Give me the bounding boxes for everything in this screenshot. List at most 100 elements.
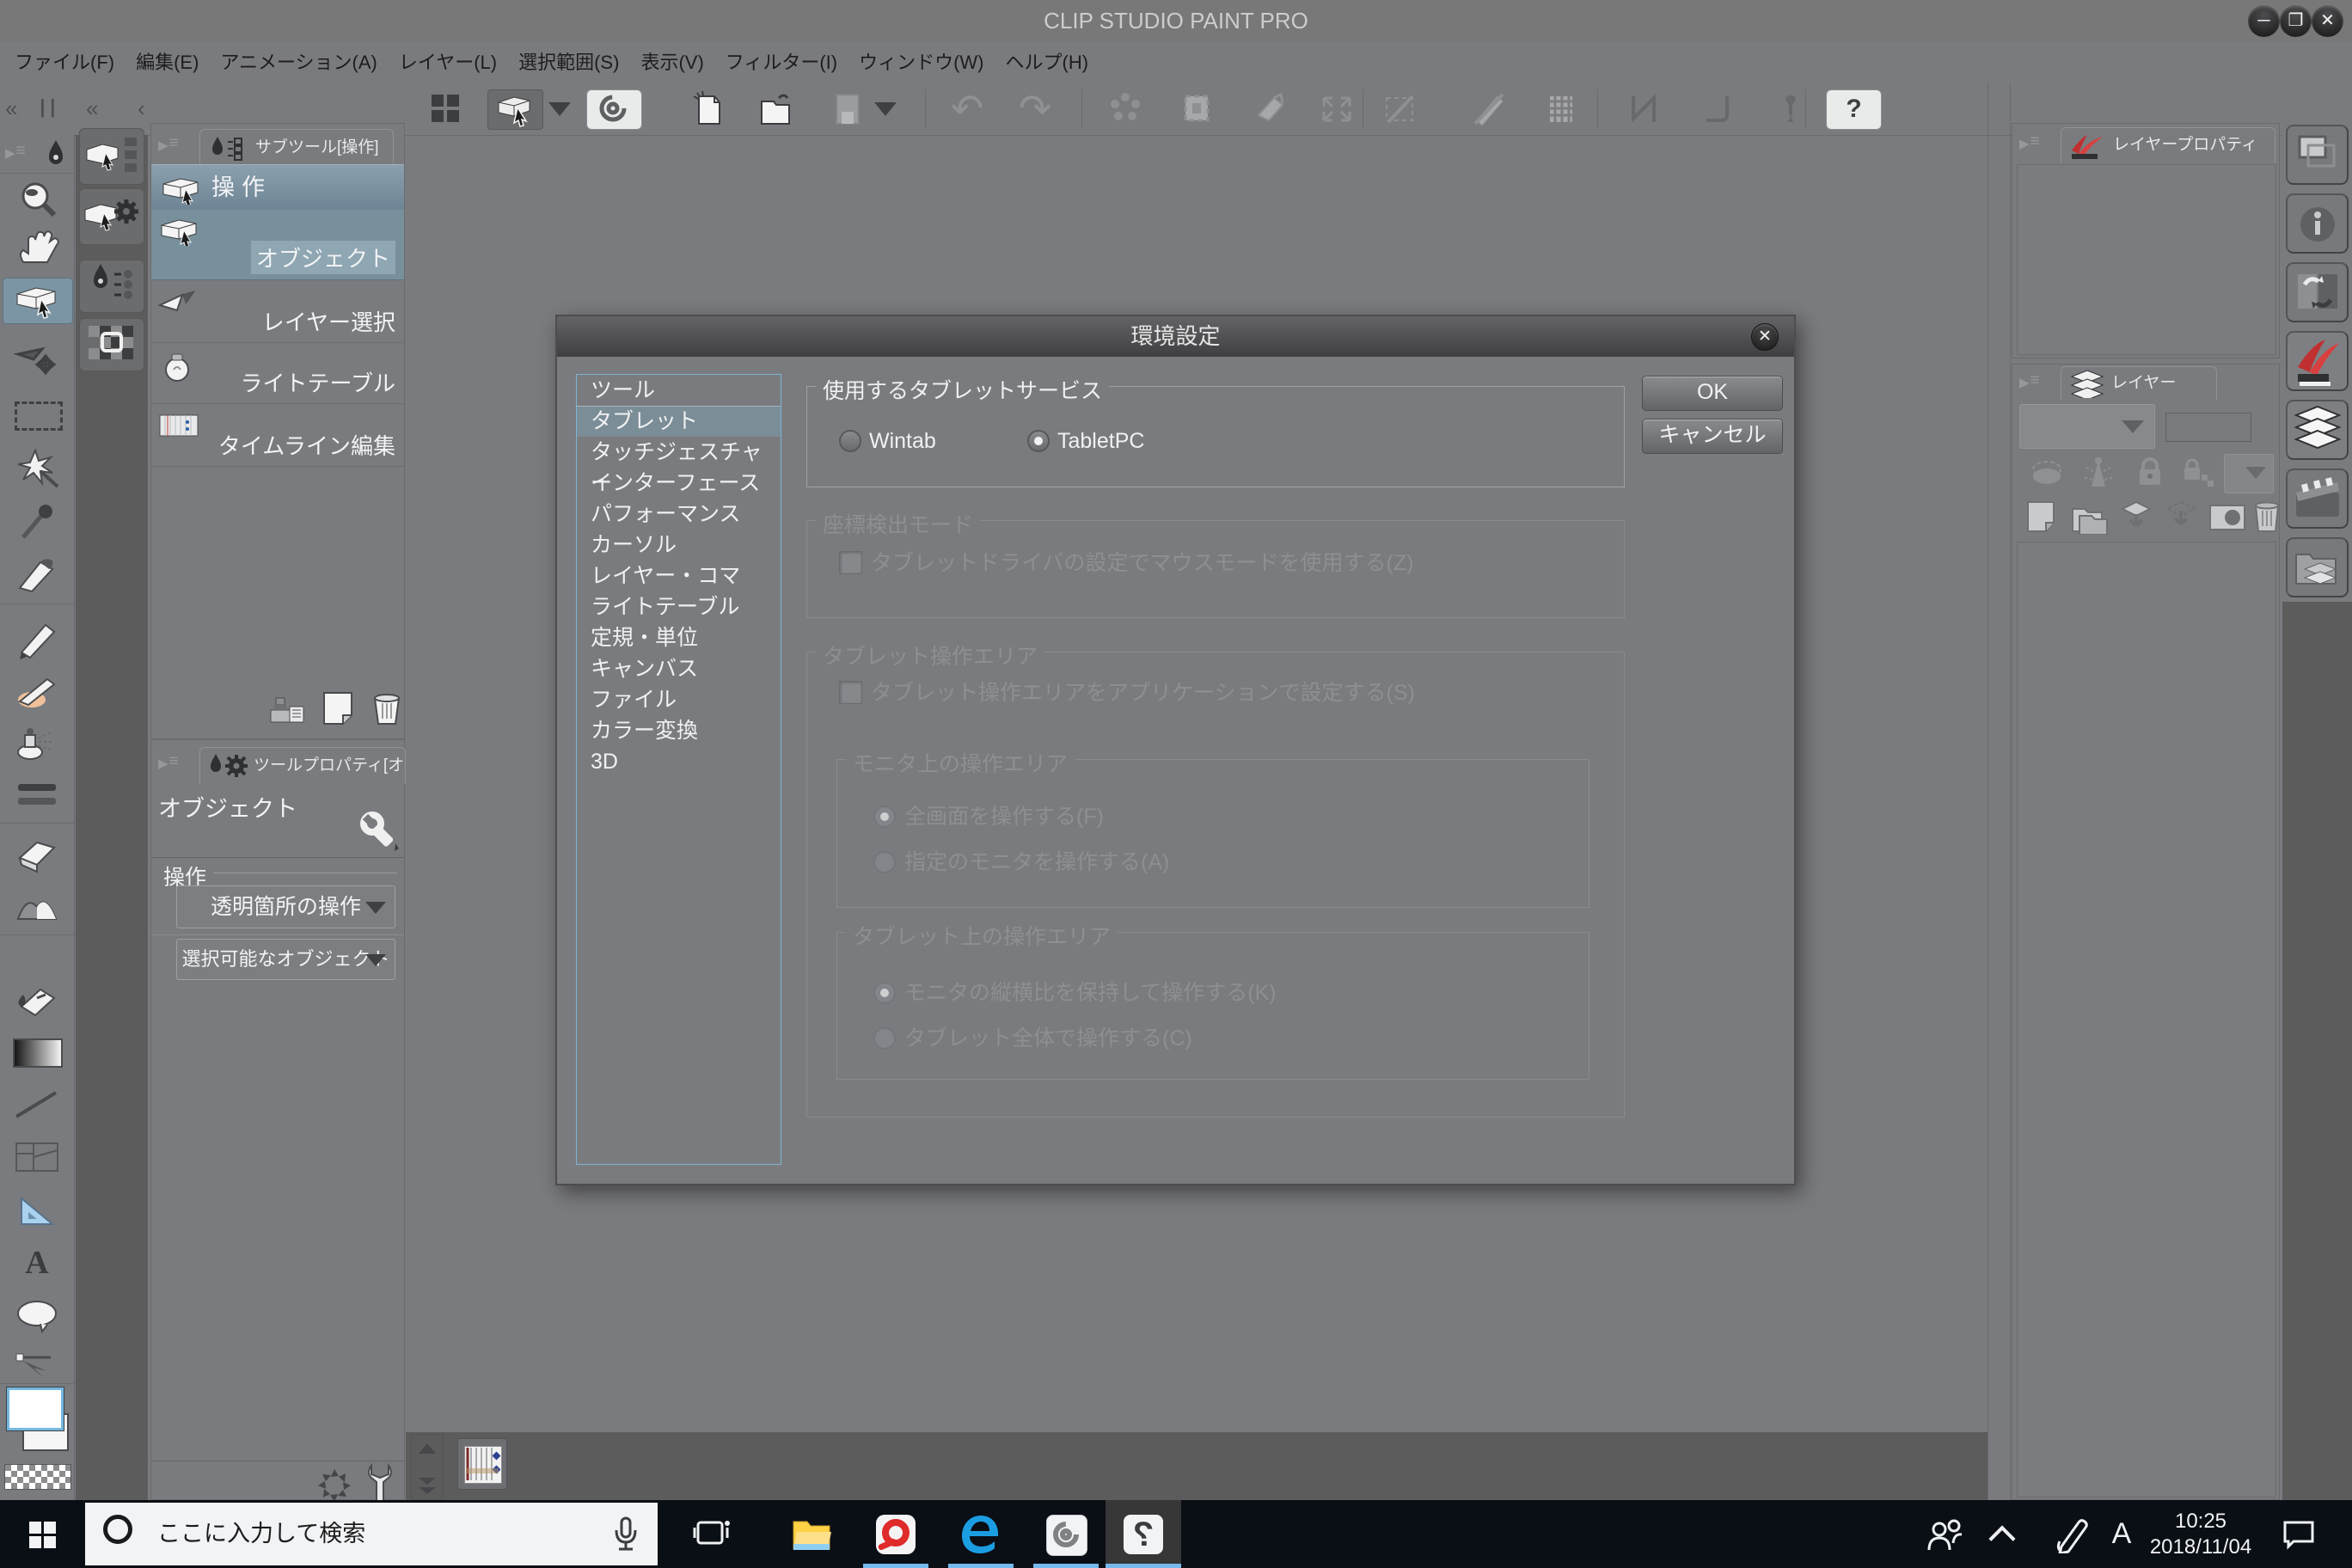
dialog-titlebar[interactable]: 環境設定 — [557, 316, 1794, 357]
brush-tool[interactable] — [3, 667, 71, 712]
category-light-table[interactable]: ライトテーブル — [577, 591, 781, 622]
category-layer-frame[interactable]: レイヤー・コマ — [577, 560, 781, 591]
toolprop-panel-menu-icon[interactable]: ▶≡ — [158, 752, 180, 771]
tabletpc-label[interactable]: TabletPC — [1057, 430, 1144, 452]
airbrush-tool[interactable] — [3, 720, 71, 764]
layer-mask-dropdown[interactable] — [2224, 454, 2274, 493]
action-center-icon[interactable] — [2280, 1517, 2318, 1552]
line-curve-icon[interactable] — [1696, 89, 1739, 128]
clip-at-layer-icon[interactable] — [2026, 454, 2067, 490]
tabletpc-radio[interactable] — [1027, 430, 1050, 452]
gradient-tool[interactable] — [3, 1030, 71, 1075]
save-icon[interactable] — [826, 89, 869, 128]
scroll-up-icon[interactable] — [417, 1440, 438, 1455]
active-tool-icon[interactable] — [487, 89, 543, 130]
opacity-field[interactable] — [2165, 413, 2251, 442]
lock-transparent-icon[interactable] — [2177, 454, 2219, 490]
transparent-area-dropdown[interactable]: 透明箇所の操作 — [176, 885, 395, 928]
app-set-area-checkbox[interactable] — [839, 681, 862, 704]
save-dropdown-icon[interactable] — [873, 89, 898, 128]
register-subtool-icon[interactable] — [267, 691, 305, 726]
people-icon[interactable] — [1926, 1517, 1965, 1552]
whole-tablet-radio[interactable] — [873, 1027, 896, 1050]
main-color-swatch[interactable] — [7, 1387, 64, 1430]
whole-tablet-label[interactable]: タブレット全体で操作する(C) — [904, 1027, 1192, 1050]
collapse-left2-icon[interactable]: « — [86, 83, 98, 135]
snap-ruler-icon[interactable] — [1467, 89, 1510, 128]
category-tool[interactable]: ツール — [577, 375, 781, 406]
mouse-mode-checkbox[interactable] — [839, 551, 862, 574]
tool-dropdown-icon[interactable] — [547, 89, 573, 128]
layer-property-palette-icon[interactable] — [2286, 331, 2349, 391]
pencil-tool[interactable] — [3, 615, 71, 659]
reference-layer-icon[interactable] — [2078, 454, 2119, 490]
layer-panel-tab[interactable]: レイヤー — [2061, 366, 2217, 400]
transform-icon[interactable] — [1315, 89, 1358, 128]
timeline-toggle-button[interactable] — [457, 1438, 507, 1490]
layerprop-panel-tab[interactable]: レイヤープロパティ — [2061, 127, 2275, 162]
refresh-spinner-icon[interactable] — [316, 1467, 352, 1504]
redo-icon[interactable]: ↷ — [1014, 89, 1057, 128]
operation-settings-icon[interactable] — [79, 188, 144, 245]
lock-layer-icon[interactable] — [2129, 454, 2171, 490]
balloon-tool[interactable] — [3, 1293, 71, 1338]
undo-icon[interactable]: ↶ — [946, 89, 989, 128]
animation-palette-icon[interactable] — [2286, 469, 2349, 529]
menu-layer[interactable]: レイヤー(L) — [399, 42, 497, 83]
figure-tool[interactable] — [3, 1082, 71, 1127]
fullscreen-radio[interactable] — [873, 805, 896, 828]
selectable-object-dropdown[interactable]: 選択可能なオブジェクト — [176, 939, 395, 980]
specified-monitor-radio[interactable] — [873, 851, 896, 873]
clip-studio-icon[interactable] — [586, 89, 642, 130]
menu-view[interactable]: 表示(V) — [640, 42, 703, 83]
category-tablet[interactable]: タブレット — [577, 406, 781, 437]
delete-layer-icon[interactable] — [2251, 497, 2282, 535]
category-ruler-unit[interactable]: 定規・単位 — [577, 622, 781, 653]
layer-palette-icon[interactable] — [2286, 400, 2349, 460]
mouse-mode-label[interactable]: タブレットドライバの設定でマウスモードを使用する(Z) — [871, 552, 1413, 575]
keep-ratio-radio[interactable] — [873, 982, 896, 1004]
menu-help[interactable]: ヘルプ(H) — [1006, 42, 1089, 83]
line-straight-icon[interactable] — [1623, 89, 1666, 128]
zoom-tool[interactable] — [3, 177, 71, 222]
start-button[interactable] — [29, 1522, 56, 1548]
layer-mask-icon[interactable] — [2207, 499, 2248, 535]
navigator-palette-icon[interactable] — [2286, 125, 2349, 185]
specified-monitor-label[interactable]: 指定のモニタを操作する(A) — [904, 851, 1169, 873]
menu-animation[interactable]: アニメーション(A) — [220, 42, 377, 83]
pen-tray-icon[interactable] — [2053, 1516, 2092, 1553]
microphone-icon[interactable] — [611, 1516, 640, 1553]
text-tool[interactable]: A — [3, 1240, 71, 1285]
subtool-panel-tab[interactable]: サブツール[操作] — [199, 129, 394, 165]
wintab-label[interactable]: Wintab — [869, 430, 936, 452]
file-explorer-taskbar-icon[interactable] — [774, 1500, 849, 1568]
subtool-item-timeline[interactable]: タイムライン編集 — [151, 405, 404, 467]
maximize-button[interactable]: ❐ — [2280, 5, 2312, 37]
fill-tool[interactable] — [3, 977, 71, 1022]
reselect-icon[interactable] — [1175, 89, 1218, 128]
app-set-area-label[interactable]: タブレット操作エリアをアプリケーションで設定する(S) — [871, 682, 1415, 705]
frame-tool[interactable] — [3, 1135, 71, 1179]
eyedropper-tool[interactable] — [3, 499, 71, 544]
blend-tool[interactable] — [3, 885, 71, 929]
open-file-icon[interactable] — [753, 89, 796, 128]
menu-edit[interactable]: 編集(E) — [136, 42, 199, 83]
blend-mode-dropdown[interactable] — [2019, 404, 2155, 449]
ok-button[interactable]: OK — [1642, 376, 1783, 411]
merge-down-icon[interactable] — [2117, 499, 2155, 535]
subtool-item-object[interactable]: オブジェクト — [151, 210, 404, 280]
trend-micro-taskbar-icon[interactable] — [858, 1500, 934, 1568]
workspace-grid-icon[interactable] — [425, 89, 468, 128]
category-performance[interactable]: パフォーマンス — [577, 499, 781, 530]
category-canvas[interactable]: キャンバス — [577, 653, 781, 684]
snap-grid-icon[interactable] — [1540, 89, 1583, 128]
history-palette-icon[interactable] — [2286, 262, 2349, 322]
subtool-panel-menu-icon[interactable]: ▶≡ — [158, 134, 180, 153]
new-file-icon[interactable] — [685, 89, 728, 128]
panel-menu-icon[interactable]: ▶≡ — [5, 142, 27, 161]
menu-file[interactable]: ファイル(F) — [15, 42, 114, 83]
taskbar-search[interactable]: ここに入力して検索 — [85, 1503, 658, 1565]
clear-icon[interactable] — [1248, 89, 1291, 128]
subtool-item-light-table[interactable]: ライトテーブル — [151, 344, 404, 404]
deselect-icon[interactable] — [1104, 89, 1147, 128]
